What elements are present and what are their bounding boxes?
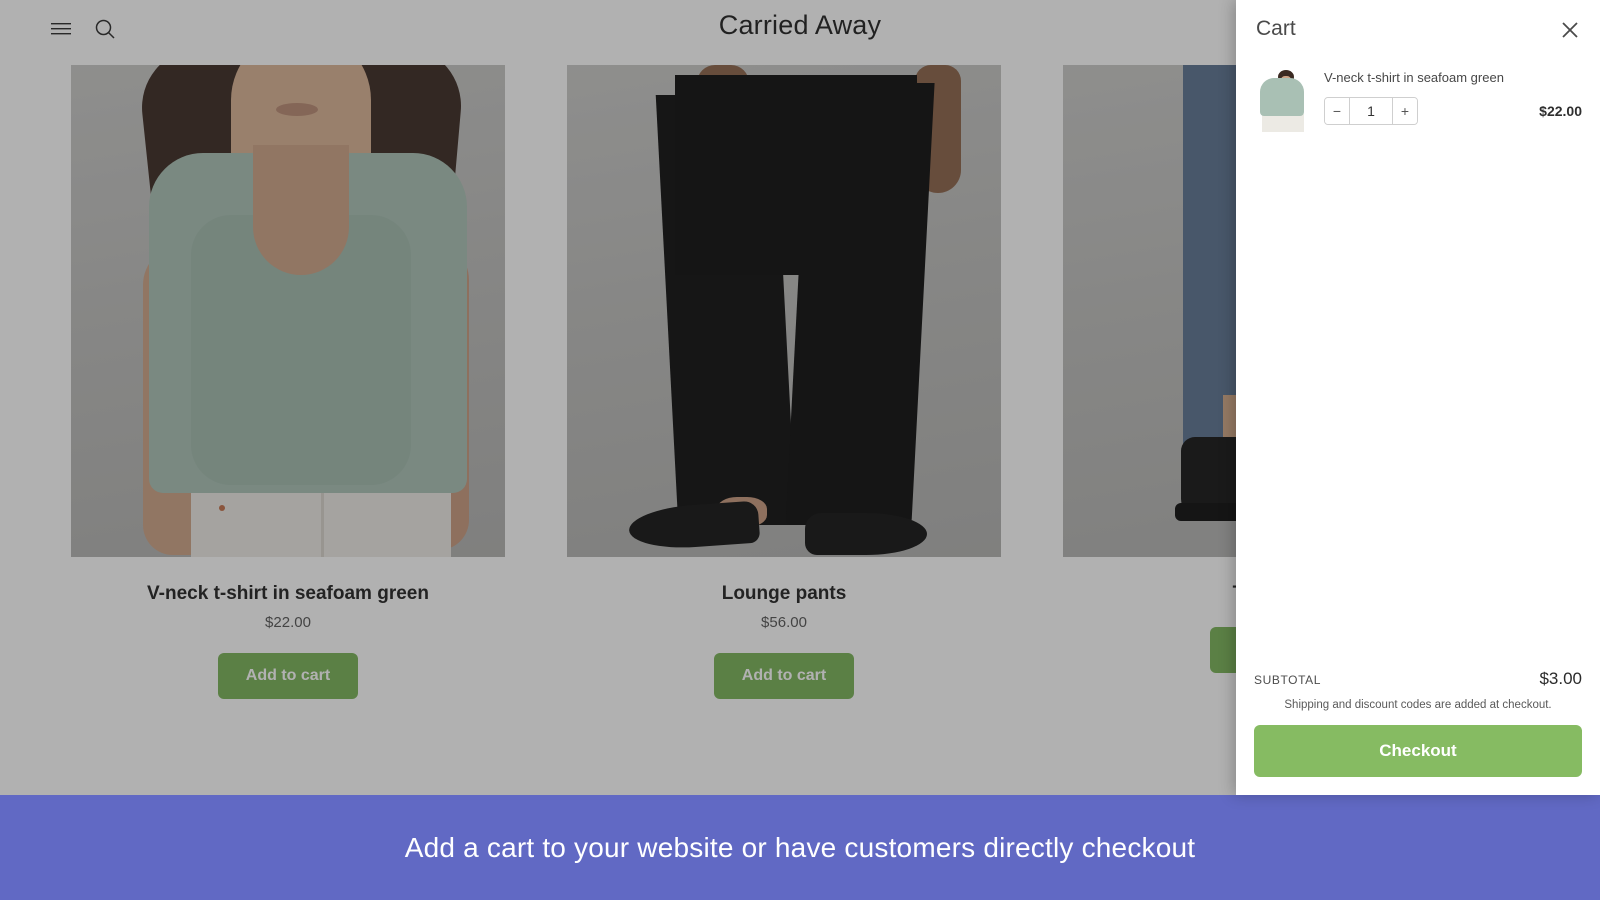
promo-text: Add a cart to your website or have custo… — [404, 831, 1196, 863]
add-to-cart-button[interactable]: Add to cart — [217, 653, 359, 699]
add-to-cart-button[interactable]: Add to cart — [713, 653, 855, 699]
product-image[interactable] — [71, 65, 505, 557]
quantity-value[interactable]: 1 — [1349, 97, 1393, 124]
subtotal-row: SUBTOTAL $3.00 — [1254, 663, 1582, 689]
page-root: Carried Away V-neck t-shirt in seafoam g… — [0, 0, 1600, 900]
close-icon[interactable] — [1554, 14, 1586, 46]
checkout-button[interactable]: Checkout — [1254, 725, 1582, 777]
cart-header: Cart — [1236, 0, 1600, 58]
product-card[interactable]: Lounge pants $56.00 Add to cart — [567, 65, 1001, 699]
cart-item-thumbnail — [1254, 70, 1310, 132]
increment-quantity-button[interactable]: + — [1393, 97, 1417, 124]
checkout-note: Shipping and discount codes are added at… — [1284, 699, 1552, 711]
cart-line-item: V-neck t-shirt in seafoam green − 1 + $2… — [1254, 64, 1582, 132]
quantity-stepper[interactable]: − 1 + — [1324, 96, 1418, 125]
promo-banner: Add a cart to your website or have custo… — [0, 795, 1600, 900]
product-card[interactable]: V-neck t-shirt in seafoam green $22.00 A… — [71, 65, 505, 699]
cart-title: Cart — [1256, 17, 1296, 40]
subtotal-value: $3.00 — [1539, 669, 1582, 688]
subtotal-label: SUBTOTAL — [1254, 673, 1322, 687]
product-price: $22.00 — [265, 614, 311, 631]
cart-item-price: $22.00 — [1539, 102, 1582, 119]
product-price: $56.00 — [761, 614, 807, 631]
cart-item-list: V-neck t-shirt in seafoam green − 1 + $2… — [1236, 58, 1600, 663]
cart-item-name: V-neck t-shirt in seafoam green — [1324, 70, 1504, 85]
cart-footer: SUBTOTAL $3.00 Shipping and discount cod… — [1236, 663, 1600, 795]
product-title: Lounge pants — [721, 583, 847, 604]
product-image[interactable] — [567, 65, 1001, 557]
product-title: V-neck t-shirt in seafoam green — [147, 583, 429, 604]
cart-drawer: Cart V-neck t-shirt in seafoam green − 1… — [1236, 0, 1600, 795]
decrement-quantity-button[interactable]: − — [1325, 97, 1349, 124]
